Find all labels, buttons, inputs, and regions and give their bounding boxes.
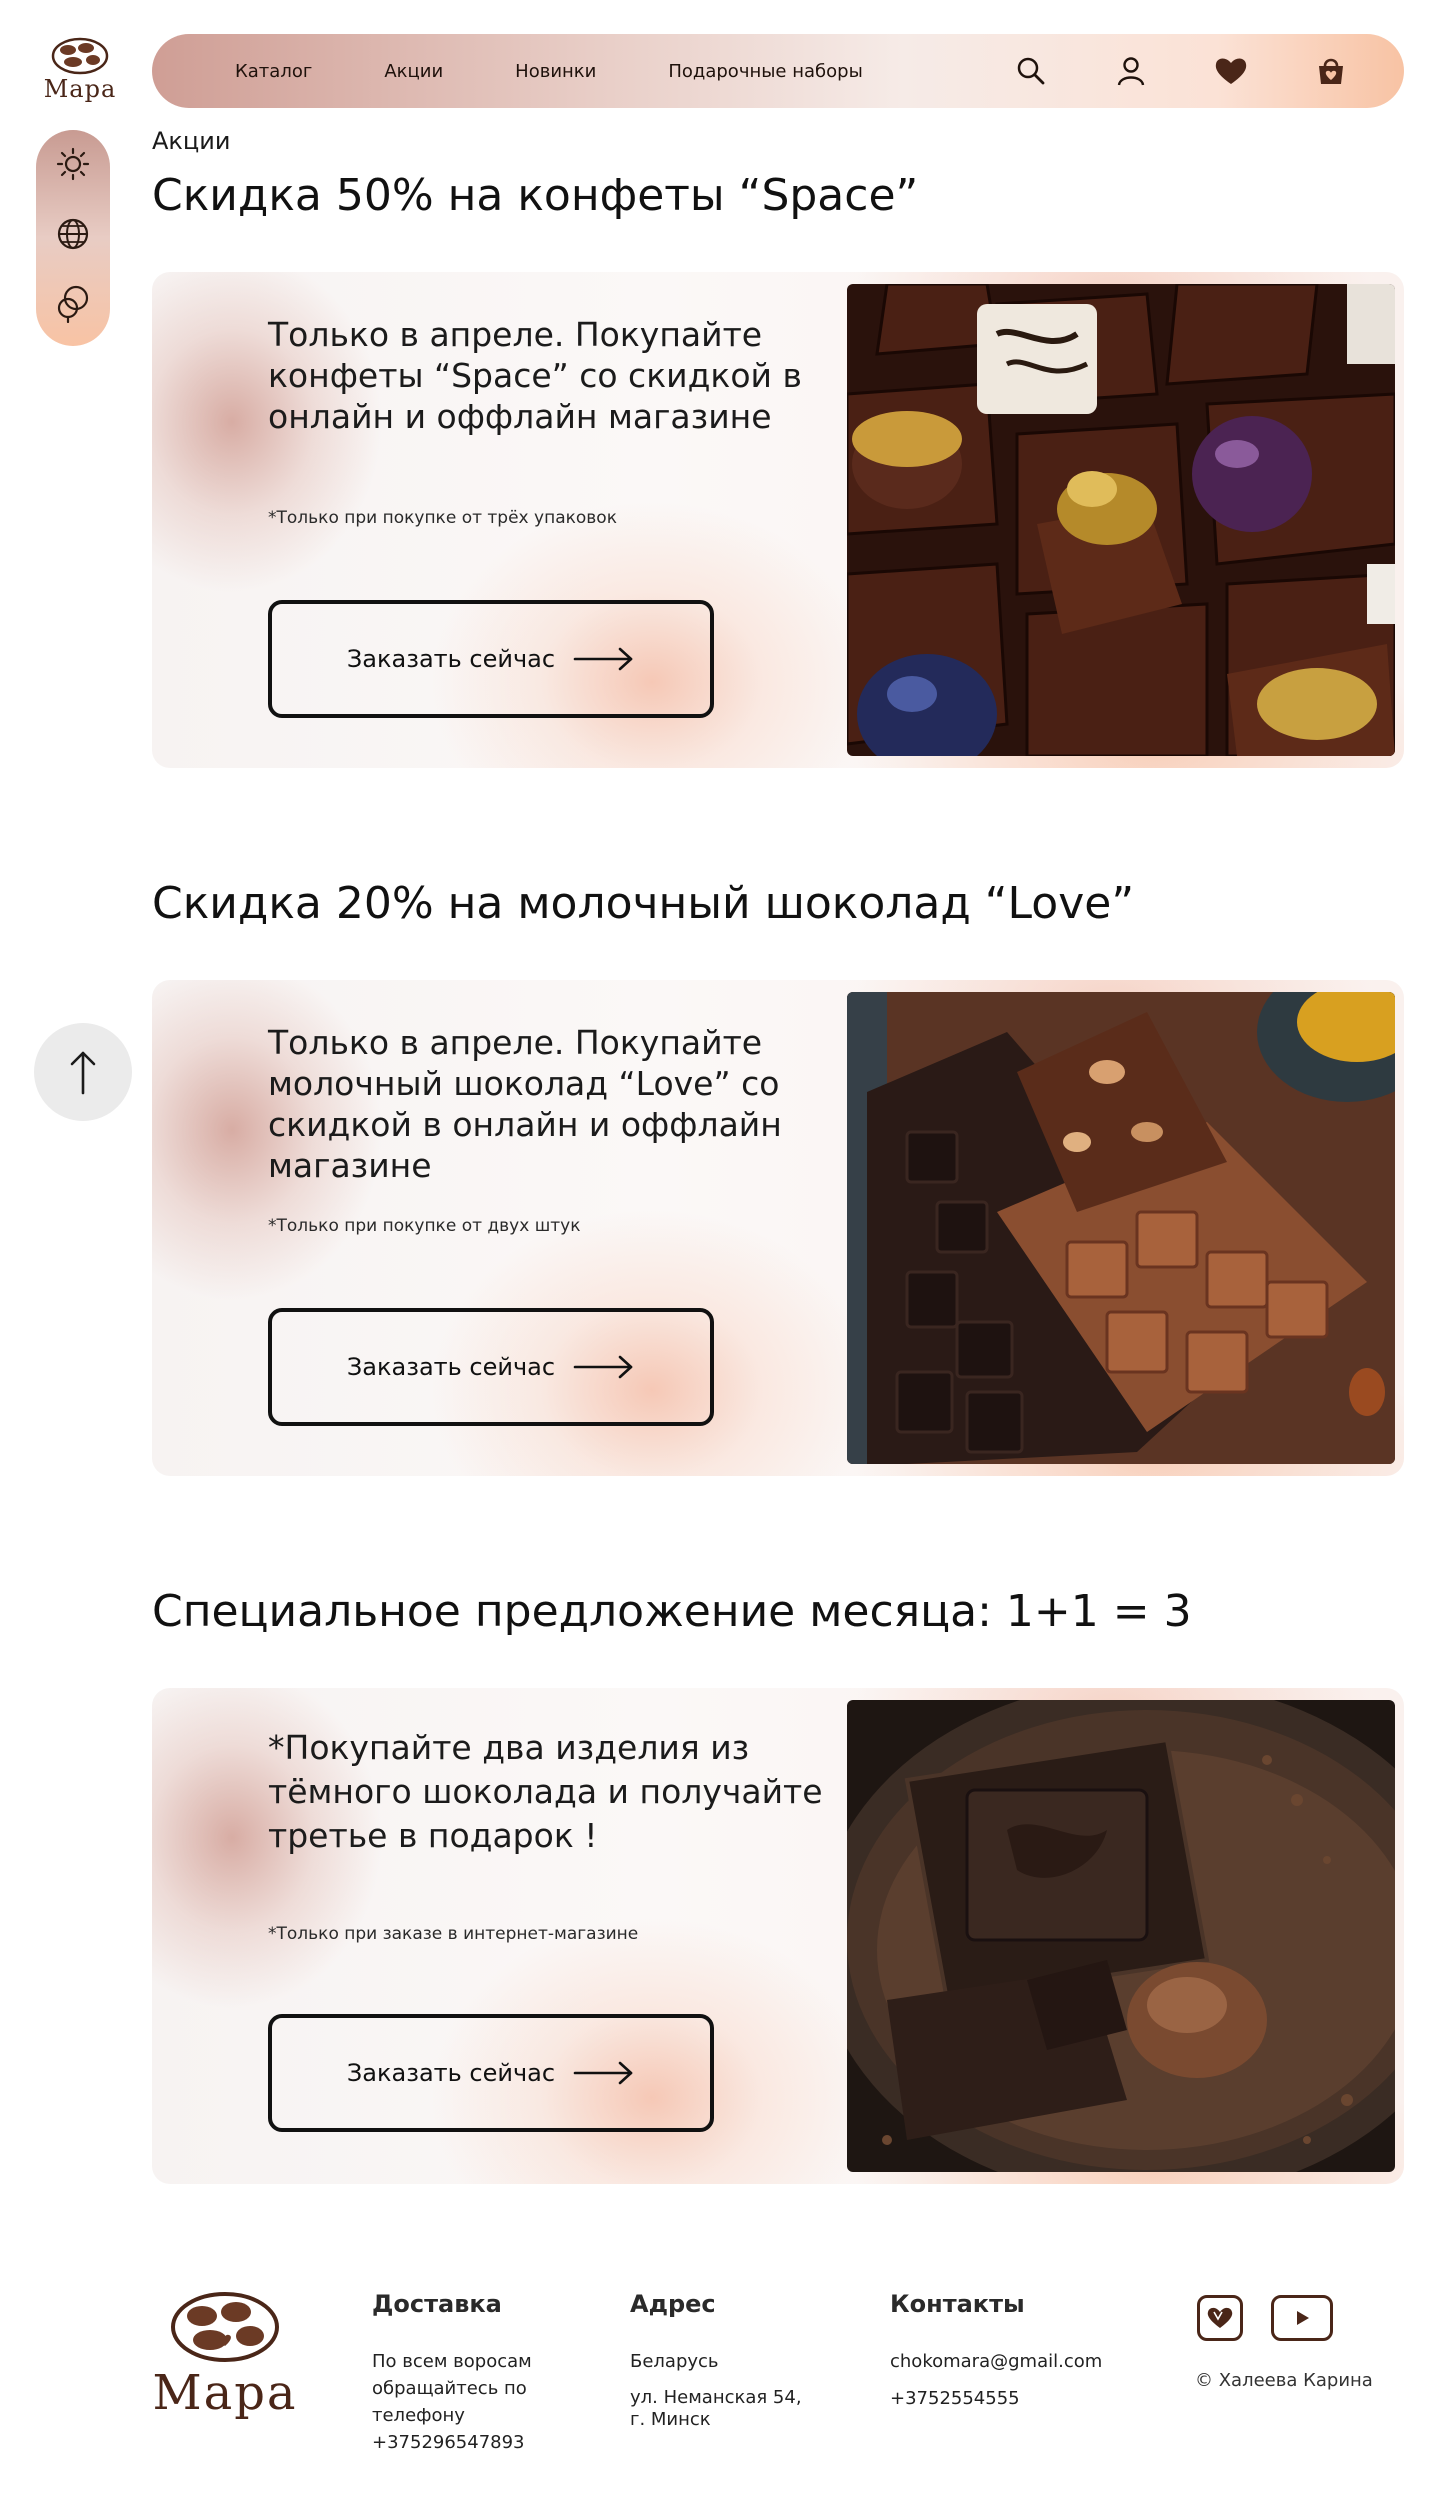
heart-icon[interactable] [1213, 53, 1249, 89]
footer-logo[interactable]: Мара [150, 2290, 300, 2418]
nav-catalog[interactable]: Каталог [235, 61, 312, 82]
search-icon[interactable] [1013, 53, 1049, 89]
nav-new[interactable]: Новинки [515, 61, 596, 82]
sun-icon[interactable] [55, 146, 91, 182]
nav-promotions[interactable]: Акции [384, 61, 443, 82]
promo-note: *Только при заказе в интернет-магазине [268, 1924, 639, 1944]
nav-icons [949, 34, 1349, 108]
top-navigation: Каталог Акции Новинки Подарочные наборы [152, 34, 1404, 108]
footer-delivery: Доставка По всем воросам обращайтесь по … [372, 2290, 532, 2456]
copyright: © Халеева Карина [1195, 2370, 1373, 2391]
footer-address: Адрес Беларусь ул. Неманская 54, г. Минс… [630, 2290, 802, 2431]
social-links [1197, 2295, 1361, 2341]
dark-chocolate-photo [847, 1700, 1395, 2172]
footer-text: обращайтесь по [372, 2378, 527, 2399]
promo-note: *Только при покупке от трёх упаковок [268, 508, 617, 528]
promo-description: Только в апреле. Покупайте молочный шоко… [268, 1023, 782, 1185]
cocoa-beans-icon [171, 2292, 279, 2362]
promo-title: Специальное предложение месяца: 1+1 = 3 [152, 1586, 1192, 1637]
promo-title: Скидка 50% на конфеты “Space” [152, 170, 919, 221]
promo-card: Только в апреле. Покупайте молочный шоко… [152, 980, 1404, 1476]
promo-note: *Только при покупке от двух штук [268, 1216, 581, 1236]
promo-description: *Покупайте два изделия из тёмного шокола… [268, 1728, 823, 1855]
cocoa-beans-icon [51, 37, 109, 75]
arrow-right-icon [573, 2061, 633, 2085]
palette-icon[interactable] [55, 285, 91, 323]
youtube-icon[interactable] [1271, 2295, 1333, 2341]
nav-links: Каталог Акции Новинки Подарочные наборы [235, 34, 935, 108]
order-now-label: Заказать сейчас [346, 2059, 556, 2087]
breadcrumb: Акции [152, 127, 231, 155]
footer-heading: Адрес [630, 2290, 716, 2318]
promo-card: *Покупайте два изделия из тёмного шокола… [152, 1688, 1404, 2184]
side-toolbar [36, 130, 110, 346]
footer-email[interactable]: chokomara@gmail.com [890, 2348, 1102, 2375]
cart-icon[interactable] [1313, 53, 1349, 89]
footer-brand-name: Мара [152, 2365, 298, 2421]
promo-card: Только в апреле. Покупайте конфеты “Spac… [152, 272, 1404, 768]
arrow-up-icon [70, 1051, 96, 1095]
milk-chocolate-photo [847, 992, 1395, 1464]
candies-photo [847, 284, 1395, 756]
user-icon[interactable] [1113, 53, 1149, 89]
order-now-label: Заказать сейчас [346, 1353, 556, 1381]
order-now-button[interactable]: Заказать сейчас [268, 1308, 714, 1426]
scroll-to-top-button[interactable] [34, 1023, 132, 1121]
footer-heading: Доставка [372, 2290, 502, 2318]
footer-text: Беларусь [630, 2351, 719, 2372]
globe-icon[interactable] [55, 216, 91, 252]
arrow-right-icon [573, 1355, 633, 1379]
brand-logo[interactable]: Мара [38, 36, 122, 106]
nav-gift-sets[interactable]: Подарочные наборы [668, 61, 862, 82]
order-now-button[interactable]: Заказать сейчас [268, 600, 714, 718]
footer-phone[interactable]: +375296547893 [372, 2429, 532, 2456]
order-now-button[interactable]: Заказать сейчас [268, 2014, 714, 2132]
footer-heading: Контакты [890, 2290, 1025, 2318]
footer-phone[interactable]: +3752554555 [890, 2385, 1102, 2412]
vk-heart-icon[interactable] [1197, 2295, 1243, 2341]
footer-text: телефону [372, 2405, 465, 2426]
promo-description: Только в апреле. Покупайте конфеты “Spac… [268, 315, 802, 436]
order-now-label: Заказать сейчас [346, 645, 556, 673]
promo-title: Скидка 20% на молочный шоколад “Love” [152, 878, 1135, 929]
brand-name: Мара [43, 75, 117, 103]
footer-text: По всем воросам [372, 2351, 532, 2372]
footer-text: ул. Неманская 54, [630, 2387, 802, 2408]
footer-text: г. Минск [630, 2409, 711, 2430]
footer-contacts: Контакты chokomara@gmail.com +3752554555 [890, 2290, 1102, 2412]
arrow-right-icon [573, 647, 633, 671]
